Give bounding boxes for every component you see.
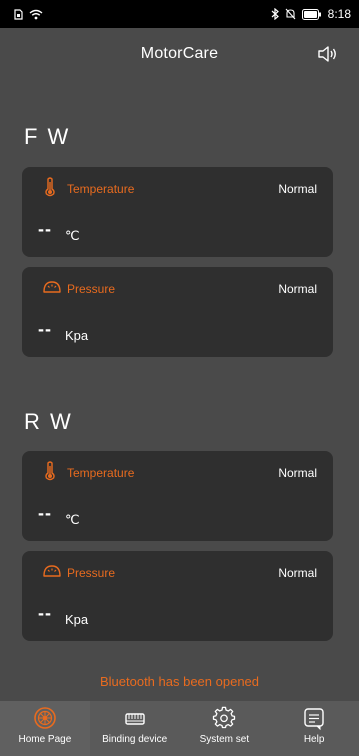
- thermometer-icon: [42, 177, 58, 197]
- status-left: [14, 8, 43, 20]
- nav-label: System set: [199, 734, 250, 745]
- app-title: MotorCare: [140, 45, 219, 62]
- status-bar: 8:18: [0, 0, 359, 28]
- temperature-status: Normal: [278, 466, 317, 480]
- temperature-unit: ℃: [65, 512, 80, 527]
- bluetooth-status-text: Bluetooth has been opened: [99, 674, 260, 689]
- pressure-unit: Kpa: [65, 612, 89, 627]
- wifi-icon: [29, 9, 43, 20]
- rear-pressure-card[interactable]: Pressure Normal -- Kpa: [22, 551, 333, 641]
- front-temperature-card[interactable]: Temperature Normal -- ℃: [22, 167, 333, 257]
- temperature-label: Temperature: [67, 182, 135, 196]
- app-header: MotorCare: [0, 28, 359, 80]
- pressure-status: Normal: [278, 282, 317, 296]
- battery-icon: [301, 8, 322, 20]
- gauge-icon: [42, 564, 62, 578]
- pressure-value: --: [38, 319, 52, 339]
- device-icon: [123, 706, 147, 730]
- nav-system-set[interactable]: System set: [180, 701, 270, 756]
- temperature-value: --: [38, 503, 52, 523]
- nav-help[interactable]: Help: [269, 701, 359, 756]
- pressure-label: Pressure: [67, 282, 116, 296]
- gear-icon: [212, 706, 236, 730]
- nav-label: Help: [303, 734, 325, 745]
- nav-home-page[interactable]: Home Page: [0, 701, 90, 756]
- temperature-unit: ℃: [65, 228, 80, 243]
- mute-icon: [285, 8, 296, 20]
- speaker-icon[interactable]: [317, 44, 339, 64]
- rear-wheel-title: R W: [24, 409, 73, 434]
- home-wheel-icon: [33, 706, 57, 730]
- pressure-label: Pressure: [67, 566, 116, 580]
- help-icon: [302, 706, 326, 731]
- status-time: 8:18: [327, 7, 351, 21]
- nav-label: Home Page: [18, 734, 72, 745]
- pressure-unit: Kpa: [65, 328, 89, 343]
- sim-icon: [14, 8, 23, 20]
- gauge-icon: [42, 280, 62, 294]
- status-right: 8:18: [271, 7, 351, 21]
- thermometer-icon: [42, 461, 58, 481]
- pressure-value: --: [38, 603, 52, 623]
- app-screen: 8:18 MotorCare F W Temperature Normal --…: [0, 0, 359, 756]
- pressure-status: Normal: [278, 566, 317, 580]
- front-wheel-title: F W: [24, 124, 71, 149]
- front-pressure-card[interactable]: Pressure Normal -- Kpa: [22, 267, 333, 357]
- rear-temperature-card[interactable]: Temperature Normal -- ℃: [22, 451, 333, 541]
- bluetooth-icon: [271, 8, 279, 20]
- nav-binding-device[interactable]: Binding device: [90, 701, 180, 756]
- bottom-nav: Home Page Binding device System set Help: [0, 701, 359, 756]
- temperature-label: Temperature: [67, 466, 135, 480]
- temperature-value: --: [38, 219, 52, 239]
- temperature-status: Normal: [278, 182, 317, 196]
- nav-label: Binding device: [102, 734, 168, 745]
